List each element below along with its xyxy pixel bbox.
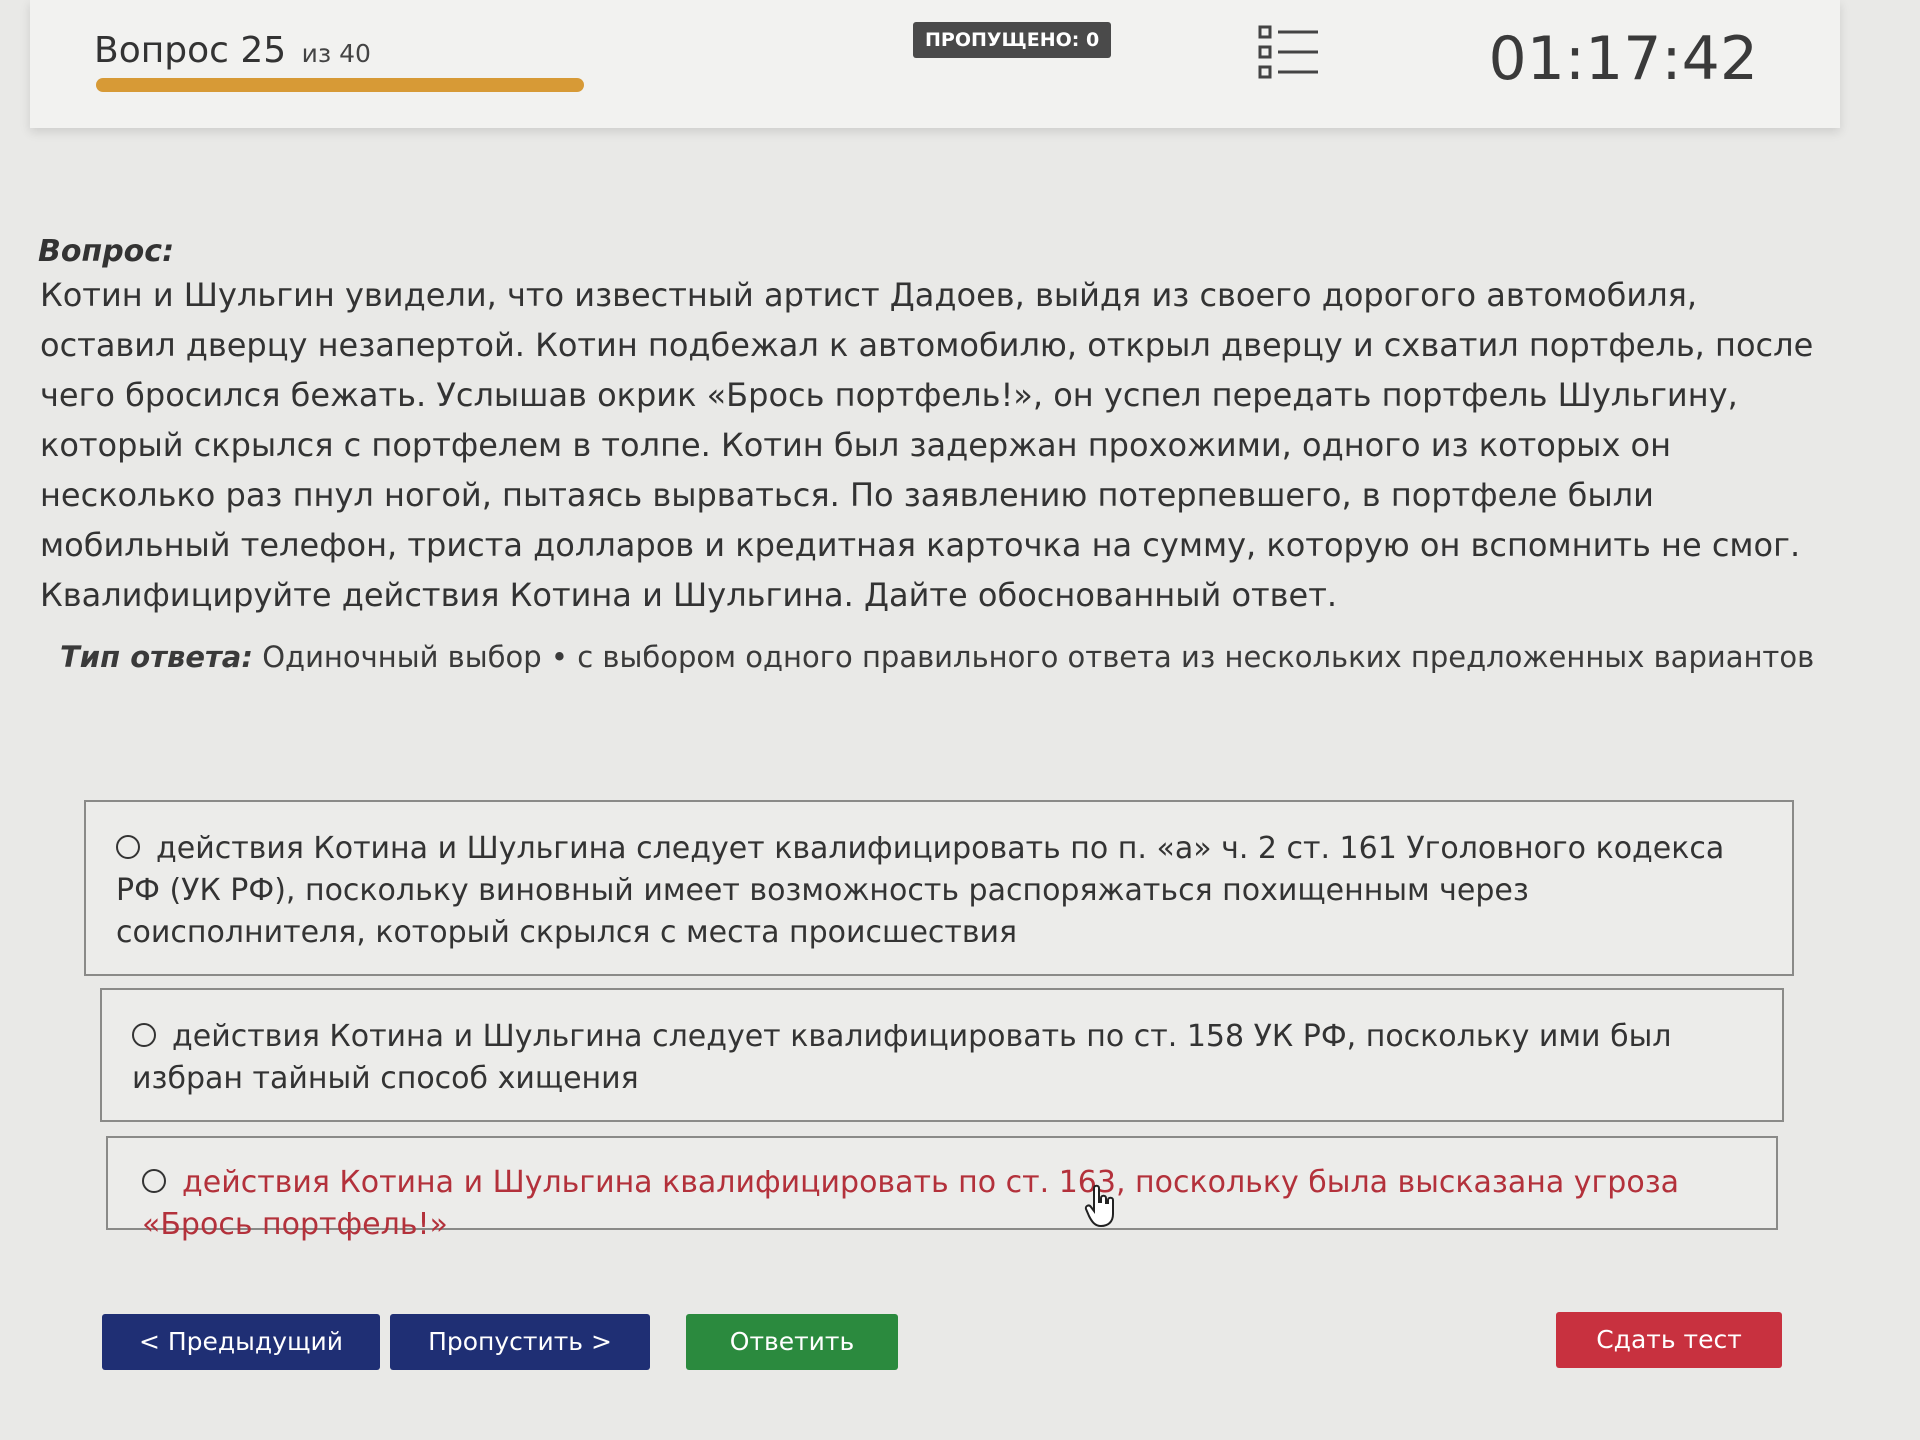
progress-bar-fill [96,78,584,92]
radio-button[interactable] [132,1022,156,1047]
radio-button[interactable] [142,1168,166,1193]
question-counter: Вопрос 25 из 40 [94,30,371,71]
question-total: из 40 [301,39,371,68]
answer-button[interactable]: Ответить [686,1314,898,1370]
option-text: действия Котина и Шульгина следует квали… [132,1019,1672,1096]
answer-type-value: Одиночный выбор • с выбором одного прави… [262,640,1815,674]
option-text: действия Котина и Шульгина квалифицирова… [142,1165,1680,1242]
hand-pointer-icon [1084,1184,1118,1228]
timer: 01:17:42 [1488,24,1758,94]
previous-button[interactable]: < Предыдущий [102,1314,380,1370]
answer-type: Тип ответа: Одиночный выбор • с выбором … [60,640,1814,674]
answer-option-2[interactable]: действия Котина и Шульгина следует квали… [100,988,1784,1122]
answer-option-1[interactable]: действия Котина и Шульгина следует квали… [84,800,1794,976]
answer-option-3[interactable]: действия Котина и Шульгина квалифицирова… [106,1136,1778,1242]
test-page: Вопрос 25 из 40 ПРОПУЩЕНО: 0 01:17:42 Во… [0,0,1920,1440]
skipped-badge: ПРОПУЩЕНО: 0 [913,22,1112,58]
test-header: Вопрос 25 из 40 ПРОПУЩЕНО: 0 01:17:42 [30,0,1840,128]
submit-test-button[interactable]: Сдать тест [1556,1312,1782,1368]
option-text: действия Котина и Шульгина следует квали… [116,831,1725,950]
question-number: Вопрос 25 [94,30,287,71]
question-label: Вопрос: [38,234,175,269]
progress-bar [96,78,1396,92]
question-text: Котин и Шульгин увидели, что известный а… [40,276,1814,614]
skip-button[interactable]: Пропустить > [390,1314,650,1370]
list-icon[interactable] [1258,24,1322,80]
radio-button[interactable] [116,834,140,859]
answer-type-label: Тип ответа: [60,640,253,674]
